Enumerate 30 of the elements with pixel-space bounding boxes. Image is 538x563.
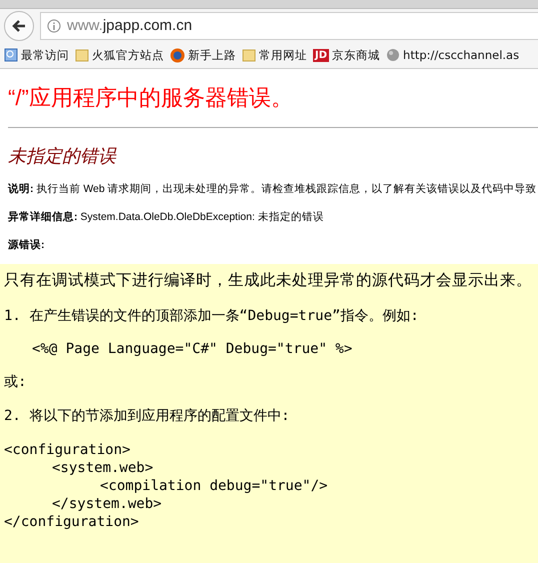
error-detail: 异常详细信息: System.Data.OleDb.OleDbException: 未指定的错误: [8, 210, 325, 224]
or-text: 或:: [4, 373, 28, 391]
folder-icon: [242, 48, 256, 62]
bookmark-link[interactable]: http://cscchannel.as: [403, 48, 520, 62]
jd-logo: JD: [313, 48, 330, 62]
error-detail: 说明: 执行当前 Web 请求期间，出现未处理的异常。请检查堆栈跟踪信息，以了解有关该错误以及代码中导致: [8, 182, 538, 196]
step-text: 2. 将以下的节添加到应用程序的配置文件中:: [4, 407, 291, 425]
code-line: </system.web>: [51, 495, 163, 513]
intro-text: 只有在调试模式下进行编译时，生成此未处理异常的源代码才会显示出来。: [4, 270, 533, 291]
error-detail: 源错误:: [8, 238, 46, 252]
back-arrow-icon: [12, 20, 26, 32]
bookmark-link[interactable]: 常用网址: [259, 48, 307, 62]
url-text: www.jpapp.com.cn: [67, 17, 192, 34]
bookmark-link[interactable]: 火狐官方站点: [92, 48, 164, 62]
bookmark-link[interactable]: 新手上路: [188, 48, 236, 62]
bookmark-link[interactable]: 最常访问: [21, 48, 69, 62]
code-line: </configuration>: [4, 513, 140, 531]
code-line: <configuration>: [4, 441, 132, 459]
bookmark-link[interactable]: 京东商城: [332, 48, 380, 62]
step-text: 1. 在产生错误的文件的顶部添加一条“Debug=true”指令。例如:: [4, 307, 420, 325]
info-icon: [47, 18, 61, 32]
code-line: <system.web>: [51, 459, 154, 477]
code-line: <compilation debug="true"/>: [99, 477, 329, 495]
page-title: “/”应用程序中的服务器错误。: [8, 84, 294, 112]
globe-icon: [386, 48, 400, 62]
code-line: <%@ Page Language="C#" Debug="true" %>: [31, 341, 354, 357]
back-button[interactable]: [4, 10, 34, 40]
address-field[interactable]: www.jpapp.com.cn: [40, 12, 538, 40]
error-subtitle: 未指定的错误: [8, 145, 118, 168]
folder-icon: [75, 48, 89, 62]
